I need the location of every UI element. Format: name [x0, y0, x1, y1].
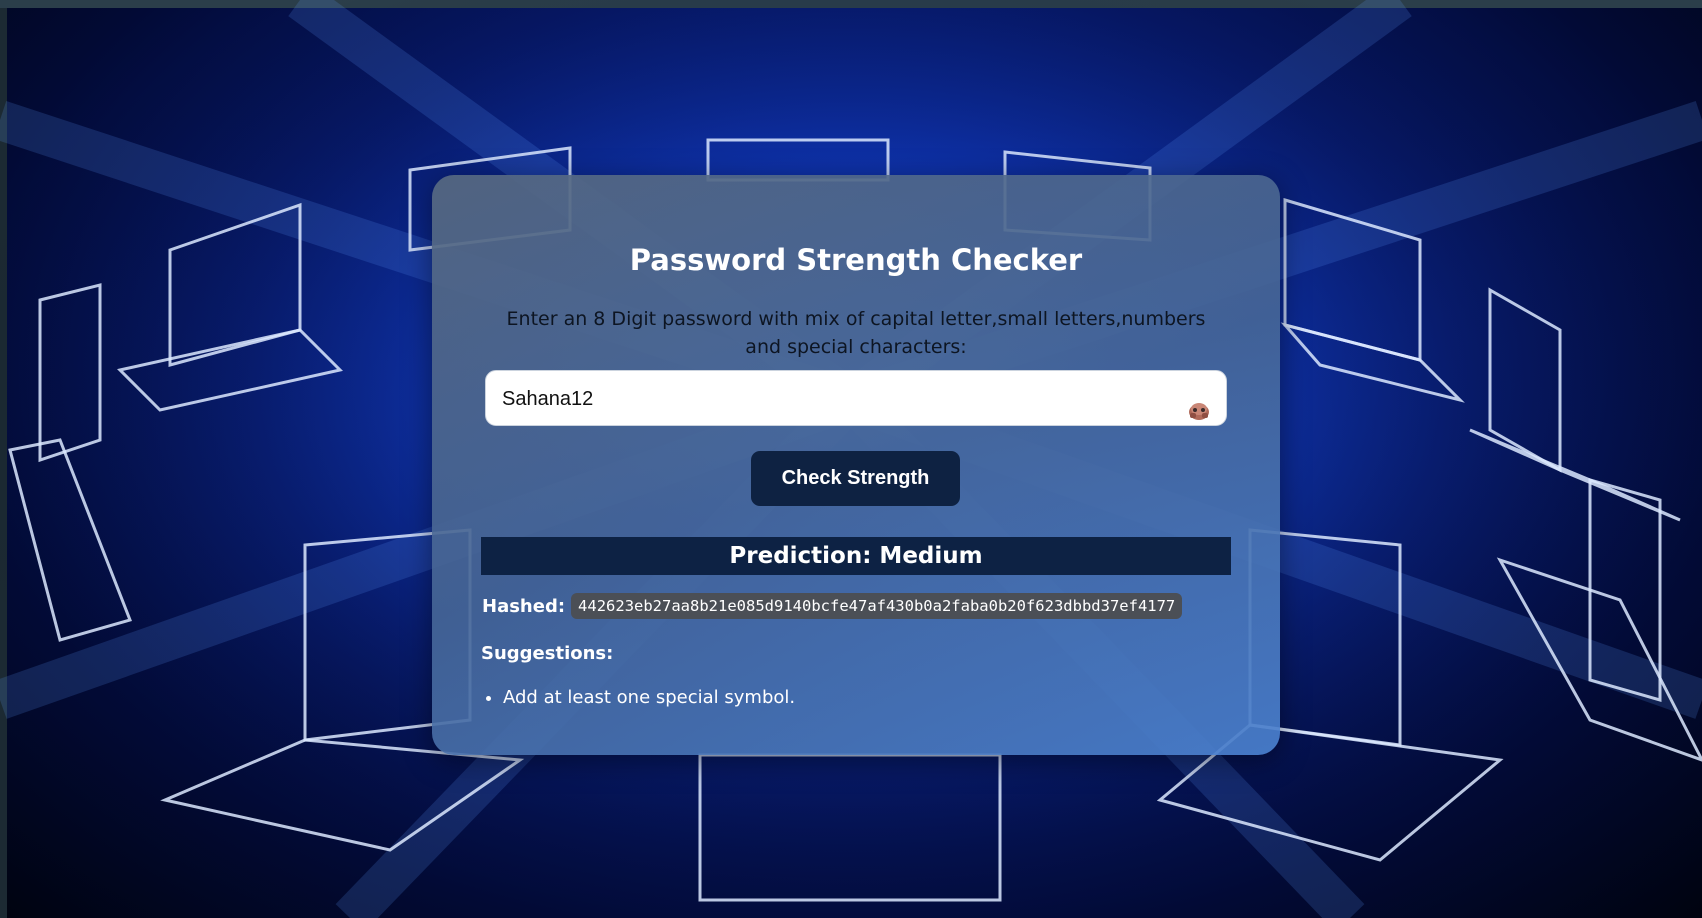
suggestion-item: Add at least one special symbol.: [503, 685, 795, 711]
page-title: Password Strength Checker: [629, 243, 1083, 277]
password-checker-card: Password Strength Checker Enter an 8 Dig…: [432, 175, 1280, 755]
password-input[interactable]: [502, 384, 1162, 414]
hashed-value: 442623eb27aa8b21e085d9140bcfe47af430b0a2…: [571, 593, 1183, 619]
suggestions-heading: Suggestions:: [481, 643, 614, 664]
eye-peek-icon[interactable]: [1186, 399, 1212, 421]
prediction-banner: Prediction: Medium: [481, 537, 1231, 575]
suggestions-list: Add at least one special symbol.: [481, 685, 795, 711]
check-strength-button[interactable]: Check Strength: [751, 451, 960, 506]
password-field[interactable]: [485, 370, 1227, 426]
hashed-label: Hashed:: [482, 595, 566, 617]
instruction-text: Enter an 8 Digit password with mix of ca…: [506, 308, 1206, 358]
hashed-row: Hashed: 442623eb27aa8b21e085d9140bcfe47a…: [482, 591, 1183, 621]
page: Password Strength Checker Enter an 8 Dig…: [0, 0, 1702, 918]
